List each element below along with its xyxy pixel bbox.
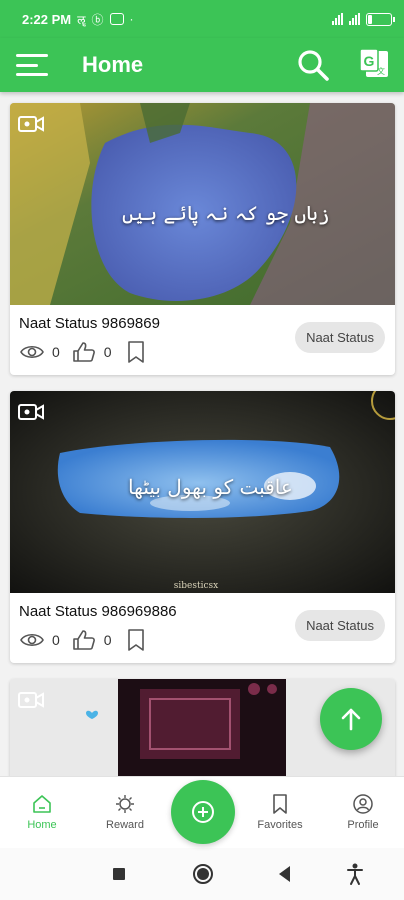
add-status-button[interactable] xyxy=(171,780,235,844)
notification-icons: ॡ ⓑ · xyxy=(77,11,133,28)
profile-icon xyxy=(353,794,373,814)
category-tag[interactable]: Naat Status xyxy=(295,322,385,353)
recent-apps-icon[interactable] xyxy=(112,862,126,886)
status-time: 2:22 PM xyxy=(22,11,72,27)
hamburger-menu-icon[interactable] xyxy=(16,54,48,76)
home-circle-icon[interactable] xyxy=(192,862,214,886)
video-camera-icon xyxy=(18,404,44,420)
battery-icon xyxy=(366,12,395,26)
scroll-to-top-button[interactable] xyxy=(320,688,382,750)
nav-label-favorites: Favorites xyxy=(257,819,303,831)
nav-item-favorites[interactable]: Favorites xyxy=(240,793,320,831)
system-navigation-bar xyxy=(0,848,404,900)
search-icon[interactable] xyxy=(296,48,330,82)
views-count: 0 xyxy=(52,344,60,360)
svg-text:文: 文 xyxy=(377,66,385,76)
svg-text:G: G xyxy=(364,53,375,69)
page-title: Home xyxy=(82,52,144,77)
notification-icon: ॡ xyxy=(77,12,86,27)
status-title: Naat Status 9869869 xyxy=(19,315,160,332)
reward-icon xyxy=(116,795,134,813)
more-notifications-icon: · xyxy=(129,12,134,26)
like-icon[interactable] xyxy=(72,341,96,363)
overlay-caption: زباں جو کہ نہ پائے ہیں xyxy=(122,201,330,225)
video-camera-icon xyxy=(18,692,44,708)
notification-icon: ⓑ xyxy=(91,12,104,27)
nav-item-reward[interactable]: Reward xyxy=(85,793,165,831)
battery-fill xyxy=(368,14,372,24)
bookmark-icon xyxy=(273,794,287,814)
notification-icon xyxy=(109,13,124,25)
signal-icon xyxy=(349,13,360,25)
like-icon[interactable] xyxy=(72,629,96,651)
accessibility-icon[interactable] xyxy=(346,862,364,886)
bookmark-icon[interactable] xyxy=(124,341,148,363)
app-bar: Home G 文 xyxy=(0,38,404,92)
card-stats: 0 0 xyxy=(20,341,148,363)
card-stats: 0 0 xyxy=(20,629,148,651)
back-icon[interactable] xyxy=(276,862,292,886)
nav-label-home: Home xyxy=(27,819,57,831)
likes-count: 0 xyxy=(103,344,112,360)
status-card[interactable]: زباں جو کہ نہ پائے ہیں Naat Status 98698… xyxy=(10,103,395,375)
video-thumbnail[interactable]: زباں جو کہ نہ پائے ہیں xyxy=(10,103,395,305)
arrow-up-icon xyxy=(341,708,361,731)
likes-count: 0 xyxy=(103,632,112,648)
signal-icon xyxy=(332,13,343,25)
video-thumbnail[interactable]: sibesticsx عاقبت کو بھول بیٹھا xyxy=(10,391,395,593)
plus-circle-icon xyxy=(192,801,214,823)
status-card[interactable]: sibesticsx عاقبت کو بھول بیٹھا Naat Stat… xyxy=(10,391,395,663)
nav-label-reward: Reward xyxy=(106,819,144,831)
eye-icon xyxy=(20,633,44,647)
status-bar: 2:22 PM ॡ ⓑ · xyxy=(0,0,404,38)
bookmark-icon[interactable] xyxy=(124,629,148,651)
video-camera-icon xyxy=(18,116,44,132)
eye-icon xyxy=(20,345,44,359)
status-title: Naat Status 986969886 xyxy=(19,603,177,620)
category-tag[interactable]: Naat Status xyxy=(295,610,385,641)
watermark-text: sibesticsx xyxy=(174,581,218,591)
views-count: 0 xyxy=(52,632,60,648)
nav-label-profile: Profile xyxy=(347,819,379,831)
feed-list[interactable]: زباں جو کہ نہ پائے ہیں Naat Status 98698… xyxy=(0,92,404,776)
translate-icon[interactable]: G 文 xyxy=(358,47,390,81)
nav-item-home[interactable]: Home xyxy=(2,793,82,831)
nav-item-profile[interactable]: Profile xyxy=(323,793,403,831)
home-icon xyxy=(33,795,51,813)
overlay-caption: عاقبت کو بھول بیٹھا xyxy=(128,475,293,499)
